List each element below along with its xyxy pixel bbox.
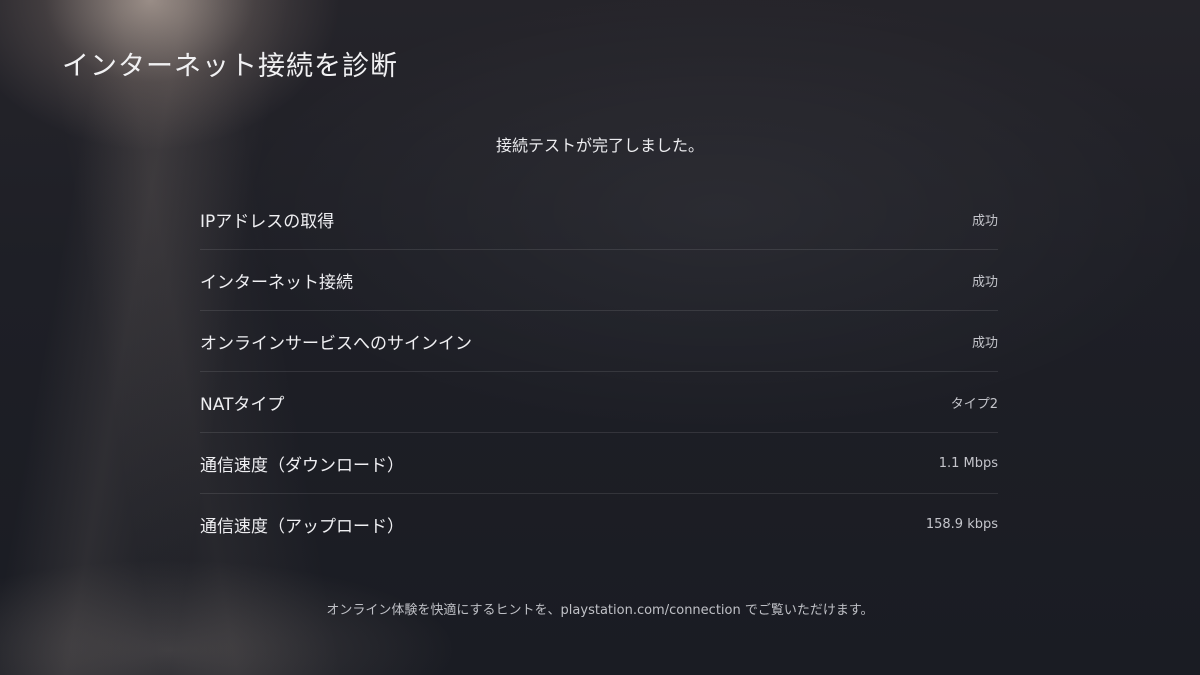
result-value: 158.9 kbps (925, 517, 998, 532)
test-results-list: IPアドレスの取得 成功 インターネット接続 成功 オンラインサービスへのサイン… (200, 189, 998, 555)
result-label: インターネット接続 (200, 272, 353, 293)
result-value: 1.1 Mbps (938, 455, 998, 471)
result-label: IPアドレスの取得 (200, 211, 335, 232)
result-row-online-sign-in: オンラインサービスへのサインイン 成功 (200, 311, 998, 372)
result-label: 通信速度（アップロード） (200, 517, 404, 537)
result-value: 成功 (971, 335, 998, 351)
result-row-nat-type: NATタイプ タイプ2 (200, 372, 998, 433)
result-label: 通信速度（ダウンロード） (200, 455, 404, 476)
result-row-ip-address: IPアドレスの取得 成功 (200, 189, 998, 250)
result-value: 成功 (971, 274, 998, 290)
result-row-internet-connection: インターネット接続 成功 (200, 250, 998, 311)
result-row-download-speed: 通信速度（ダウンロード） 1.1 Mbps (200, 433, 998, 494)
test-complete-message: 接続テストが完了しました。 (495, 136, 704, 155)
result-value: タイプ2 (950, 396, 998, 412)
result-label: NATタイプ (200, 394, 285, 415)
result-value: 成功 (971, 213, 998, 229)
result-label: オンラインサービスへのサインイン (200, 333, 472, 354)
result-row-upload-speed: 通信速度（アップロード） 158.9 kbps (200, 494, 998, 555)
page-title: インターネット接続を診断 (62, 51, 398, 82)
connection-hint-text: オンライン体験を快適にするヒントを、playstation.com/connec… (326, 603, 874, 618)
